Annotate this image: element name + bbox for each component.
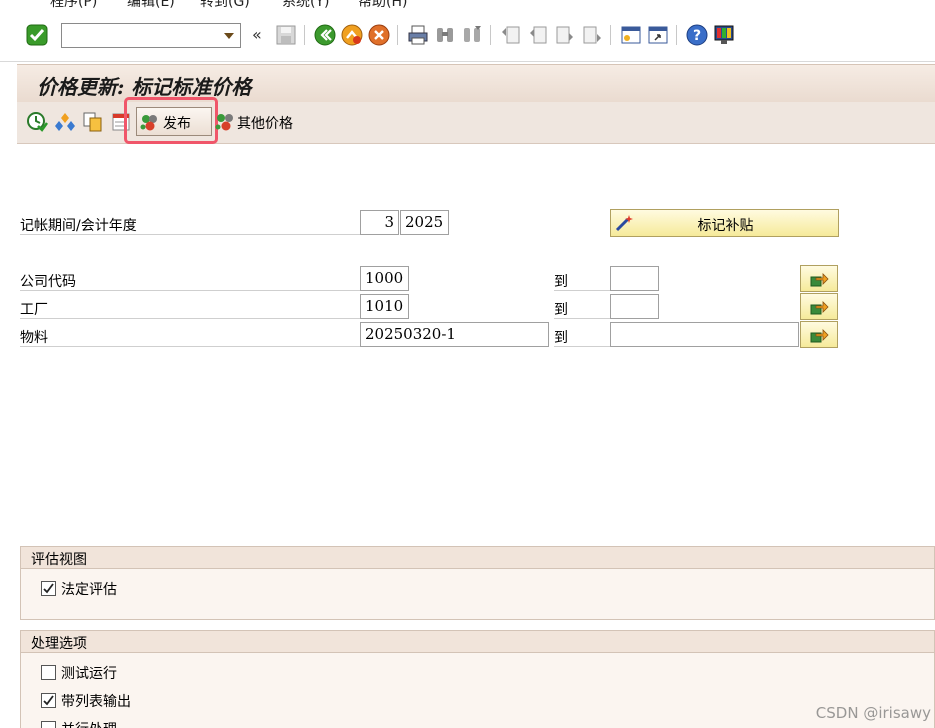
- checkbox-unchecked-icon[interactable]: [41, 665, 56, 680]
- other-prices-icon: [215, 114, 233, 131]
- plant-label: 工厂: [20, 295, 360, 319]
- posting-period-label: 记帐期间/会计年度: [20, 211, 360, 235]
- material-label: 物料: [20, 323, 360, 347]
- processing-options-group: 处理选项 测试运行 带列表输出 并行处理: [20, 630, 935, 728]
- parallel-processing-label: 并行处理: [61, 719, 117, 728]
- save-icon[interactable]: [275, 24, 297, 46]
- separator: [490, 25, 491, 45]
- execute-clock-icon[interactable]: [26, 111, 48, 133]
- command-field[interactable]: [61, 23, 241, 48]
- material-input[interactable]: 20250320-1: [360, 322, 549, 347]
- plant-input[interactable]: 1010: [360, 294, 409, 319]
- separator: [397, 25, 398, 45]
- test-run-label: 测试运行: [61, 666, 117, 682]
- first-page-icon[interactable]: [500, 24, 522, 46]
- system-toolbar: « ?: [0, 12, 935, 62]
- find-next-icon[interactable]: [461, 24, 483, 46]
- company-code-to-label: 到: [554, 267, 610, 291]
- back-icon[interactable]: [314, 24, 336, 46]
- company-code-label: 公司代码: [20, 267, 360, 291]
- material-to-input[interactable]: [610, 322, 799, 347]
- separator: [610, 25, 611, 45]
- company-code-multiple-selection-button[interactable]: [800, 265, 838, 292]
- chevron-down-icon[interactable]: [224, 33, 234, 39]
- svg-text:?: ?: [693, 28, 701, 44]
- valuation-view-header: 评估视图: [21, 547, 934, 569]
- copy-documents-icon[interactable]: [82, 111, 104, 133]
- plant-multiple-selection-button[interactable]: [800, 293, 838, 320]
- hierarchy-icon[interactable]: [54, 111, 76, 133]
- next-page-icon[interactable]: [554, 24, 576, 46]
- menu-program[interactable]: 程序(P): [50, 0, 97, 11]
- legal-valuation-label: 法定评估: [61, 582, 117, 598]
- list-output-label: 带列表输出: [61, 694, 131, 710]
- checkbox-unchecked-icon[interactable]: [41, 721, 56, 728]
- processing-options-header: 处理选项: [21, 631, 934, 653]
- watermark: CSDN @irisawy: [815, 704, 931, 722]
- layout-icon[interactable]: [713, 24, 735, 46]
- menu-edit[interactable]: 编辑(E): [127, 0, 175, 11]
- company-code-input[interactable]: 1000: [360, 266, 409, 291]
- application-toolbar: 发布 其他价格: [17, 97, 935, 144]
- last-page-icon[interactable]: [581, 24, 603, 46]
- new-session-icon[interactable]: [620, 24, 642, 46]
- main-content: 记帐期间/会计年度 3 2025 标记补贴 公司代码 1000 到 工厂 101…: [17, 144, 935, 728]
- material-to-label: 到: [554, 323, 610, 347]
- enter-check-icon[interactable]: [26, 24, 48, 46]
- material-multiple-selection-button[interactable]: [800, 321, 838, 348]
- collapse-icon[interactable]: «: [252, 25, 262, 44]
- exit-icon[interactable]: [341, 24, 363, 46]
- company-code-to-input[interactable]: [610, 266, 659, 291]
- menu-system[interactable]: 系统(Y): [282, 0, 329, 11]
- other-prices-label: 其他价格: [237, 116, 293, 132]
- period-input[interactable]: 3: [360, 210, 399, 235]
- help-icon[interactable]: ?: [686, 24, 708, 46]
- separator: [676, 25, 677, 45]
- shortcut-icon[interactable]: [647, 24, 669, 46]
- plant-to-input[interactable]: [610, 294, 659, 319]
- multiple-selection-arrow-icon: [810, 329, 829, 343]
- plant-to-label: 到: [554, 295, 610, 319]
- mark-allowance-label: 标记补贴: [697, 218, 754, 234]
- checkbox-checked-icon[interactable]: [41, 581, 56, 596]
- menu-goto[interactable]: 转到(G): [200, 0, 250, 11]
- fiscal-year-input[interactable]: 2025: [400, 210, 449, 235]
- cancel-icon[interactable]: [368, 24, 390, 46]
- menu-bar: 程序(P) 编辑(E) 转到(G) 系统(Y) 帮助(H): [0, 0, 935, 12]
- separator: [304, 25, 305, 45]
- find-icon[interactable]: [434, 24, 456, 46]
- mark-allowance-button[interactable]: 标记补贴: [610, 209, 839, 237]
- prev-page-icon[interactable]: [527, 24, 549, 46]
- print-icon[interactable]: [407, 24, 429, 46]
- multiple-selection-arrow-icon: [810, 301, 829, 315]
- multiple-selection-arrow-icon: [810, 273, 829, 287]
- highlight-frame: [124, 97, 218, 144]
- valuation-view-group: 评估视图 法定评估: [20, 546, 935, 620]
- checkbox-checked-icon[interactable]: [41, 693, 56, 708]
- menu-help[interactable]: 帮助(H): [358, 0, 407, 11]
- page-title: 价格更新: 标记标准价格: [37, 75, 252, 99]
